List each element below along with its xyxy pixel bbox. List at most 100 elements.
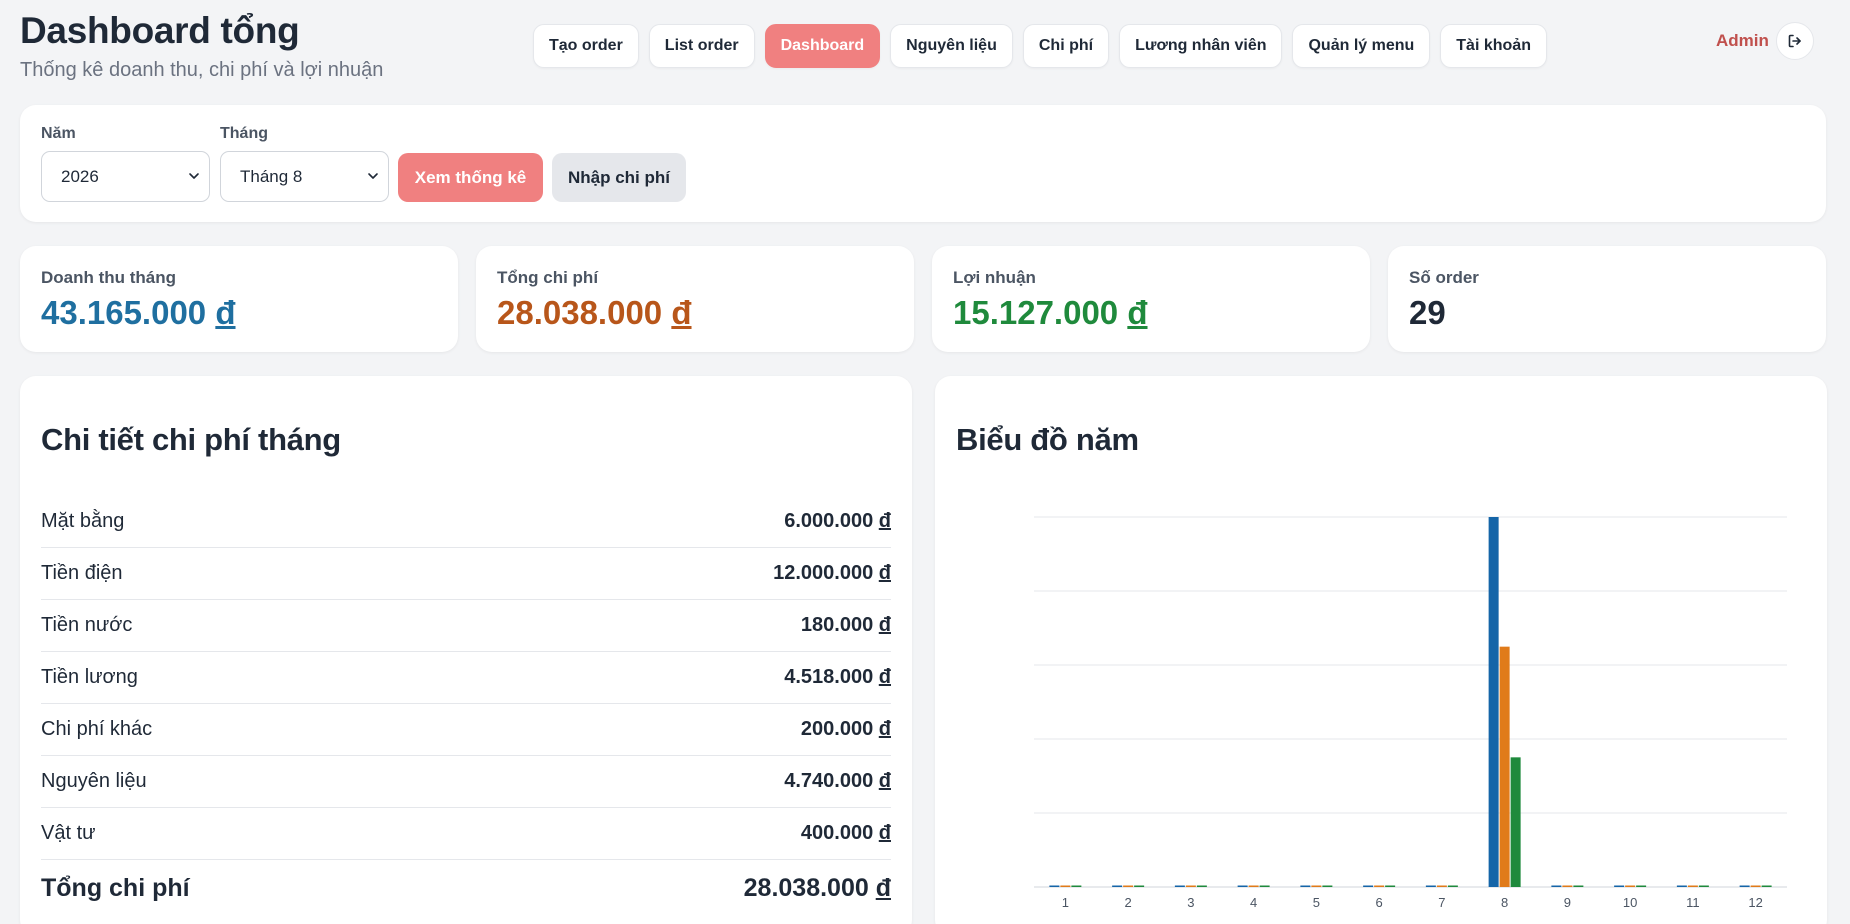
x-tick-label: 10 xyxy=(1623,895,1637,910)
bar-month-8-series-3 xyxy=(1510,757,1521,887)
user-name[interactable]: Admin xyxy=(1716,31,1769,51)
month-label: Tháng xyxy=(220,125,268,142)
x-tick-label: 5 xyxy=(1313,895,1320,910)
cost-value: 4.518.000 đ xyxy=(784,666,891,688)
bar-month-2-series-2 xyxy=(1123,885,1134,887)
year-select[interactable]: 2026 xyxy=(41,151,210,202)
stat-label: Tổng chi phí xyxy=(497,268,599,287)
nav-list-order[interactable]: List order xyxy=(648,24,755,68)
bar-month-3-series-3 xyxy=(1196,885,1207,887)
stat-card-revenue: Doanh thu tháng 43.165.000 đ xyxy=(20,246,458,352)
x-tick-label: 11 xyxy=(1686,895,1700,910)
chevron-down-icon xyxy=(368,173,378,179)
x-tick-label: 2 xyxy=(1125,895,1132,910)
nav-tao-order[interactable]: Tạo order xyxy=(533,24,639,68)
logout-icon xyxy=(1788,34,1801,48)
x-tick-label: 9 xyxy=(1564,895,1571,910)
stat-label: Doanh thu tháng xyxy=(41,268,177,287)
currency-symbol: đ xyxy=(671,294,692,331)
bar-month-12-series-3 xyxy=(1761,885,1772,887)
cost-row: Tiền điện 12.000.000 đ xyxy=(41,548,891,600)
bar-month-9-series-1 xyxy=(1551,885,1562,887)
nav-luong-nhan-vien[interactable]: Lương nhân viên xyxy=(1119,24,1283,68)
bar-month-5-series-2 xyxy=(1311,885,1322,887)
nav-dashboard[interactable]: Dashboard xyxy=(764,24,881,68)
cost-value: 200.000 đ xyxy=(800,718,891,740)
cost-row: Nguyên liệu 4.740.000 đ xyxy=(41,756,891,808)
bar-month-4-series-3 xyxy=(1259,885,1270,887)
bar-month-4-series-2 xyxy=(1248,885,1259,887)
x-tick-label: 4 xyxy=(1250,895,1257,910)
year-select-value: 2026 xyxy=(61,166,99,186)
bar-month-9-series-2 xyxy=(1562,885,1573,887)
bar-month-11-series-3 xyxy=(1698,885,1709,887)
view-stats-button[interactable]: Xem thống kê xyxy=(398,153,543,202)
cost-name: Nguyên liệu xyxy=(41,770,147,792)
cost-total-row: Tổng chi phí 28.038.000 đ xyxy=(41,862,891,914)
bar-month-8-series-2 xyxy=(1499,646,1510,887)
x-tick-label: 6 xyxy=(1376,895,1383,910)
cost-name: Tiền lương xyxy=(41,666,138,688)
nav-nguyen-lieu[interactable]: Nguyên liệu xyxy=(890,24,1013,68)
year-label: Năm xyxy=(41,125,76,142)
bar-month-6-series-3 xyxy=(1385,885,1396,887)
chevron-down-icon xyxy=(189,173,199,179)
bar-month-10-series-3 xyxy=(1636,885,1647,887)
x-tick-label: 3 xyxy=(1187,895,1194,910)
cost-name: Mặt bằng xyxy=(41,510,125,532)
stat-value: 15.127.000 đ xyxy=(953,294,1148,332)
page-title: Dashboard tổng xyxy=(20,10,300,51)
bar-month-5-series-1 xyxy=(1300,885,1311,887)
bar-month-7-series-1 xyxy=(1425,885,1436,887)
stat-card-cost: Tổng chi phí 28.038.000 đ xyxy=(476,246,914,352)
cost-value: 180.000 đ xyxy=(800,614,891,636)
bar-month-9-series-3 xyxy=(1573,885,1584,887)
month-select-value: Tháng 8 xyxy=(240,166,303,186)
cost-detail-title: Chi tiết chi phí tháng xyxy=(41,422,341,457)
cost-total-value: 28.038.000 đ xyxy=(743,873,891,902)
cost-name: Chi phí khác xyxy=(41,718,153,740)
main-nav: Tạo order List order Dashboard Nguyên li… xyxy=(533,24,1547,68)
stat-card-profit: Lợi nhuận 15.127.000 đ xyxy=(932,246,1370,352)
nav-tai-khoan[interactable]: Tài khoản xyxy=(1440,24,1547,68)
stat-value: 29 xyxy=(1409,294,1446,332)
x-tick-label: 7 xyxy=(1438,895,1445,910)
cost-detail-card: Chi tiết chi phí tháng Mặt bằng 6.000.00… xyxy=(20,376,912,924)
nav-chi-phi[interactable]: Chi phí xyxy=(1022,24,1110,68)
cost-total-name: Tổng chi phí xyxy=(41,873,190,902)
bar-month-6-series-2 xyxy=(1374,885,1385,887)
stat-label: Số order xyxy=(1409,268,1479,287)
month-select[interactable]: Tháng 8 xyxy=(220,151,389,202)
logout-button[interactable] xyxy=(1776,22,1814,60)
bar-month-3-series-2 xyxy=(1185,885,1196,887)
header: Dashboard tổng Thống kê doanh thu, chi p… xyxy=(0,0,1850,100)
x-tick-label: 8 xyxy=(1501,895,1508,910)
cost-name: Tiền điện xyxy=(41,562,123,584)
bar-month-4-series-1 xyxy=(1237,885,1248,887)
page-subtitle: Thống kê doanh thu, chi phí và lợi nhuận xyxy=(20,59,384,81)
input-cost-button[interactable]: Nhập chi phí xyxy=(552,153,686,202)
stat-value: 28.038.000 đ xyxy=(497,294,692,332)
cost-row: Vật tư 400.000 đ xyxy=(41,808,891,860)
bar-month-8-series-1 xyxy=(1488,517,1499,887)
cost-name: Vật tư xyxy=(41,822,96,844)
cost-value: 400.000 đ xyxy=(800,822,891,844)
cost-name: Tiền nước xyxy=(41,614,133,636)
stat-amount: 15.127.000 xyxy=(953,294,1119,331)
nav-quan-ly-menu[interactable]: Quản lý menu xyxy=(1292,24,1431,68)
stat-value: 43.165.000 đ xyxy=(41,294,236,332)
bar-month-1-series-2 xyxy=(1060,885,1071,887)
bar-month-2-series-1 xyxy=(1112,885,1123,887)
bar-month-10-series-2 xyxy=(1625,885,1636,887)
cost-row: Tiền nước 180.000 đ xyxy=(41,600,891,652)
chart-card: Biểu đồ năm 1 2 3 4 5 6 7 8 9 10 11 12 xyxy=(935,376,1827,924)
bar-month-11-series-2 xyxy=(1687,885,1698,887)
stat-amount: 28.038.000 xyxy=(497,294,663,331)
cost-row: Chi phí khác 200.000 đ xyxy=(41,704,891,756)
stat-card-orders: Số order 29 xyxy=(1388,246,1826,352)
x-tick-label: 1 xyxy=(1062,895,1069,910)
cost-value: 4.740.000 đ xyxy=(784,770,891,792)
stat-amount: 43.165.000 xyxy=(41,294,207,331)
bar-month-6-series-1 xyxy=(1363,885,1374,887)
cost-value: 12.000.000 đ xyxy=(773,562,891,584)
